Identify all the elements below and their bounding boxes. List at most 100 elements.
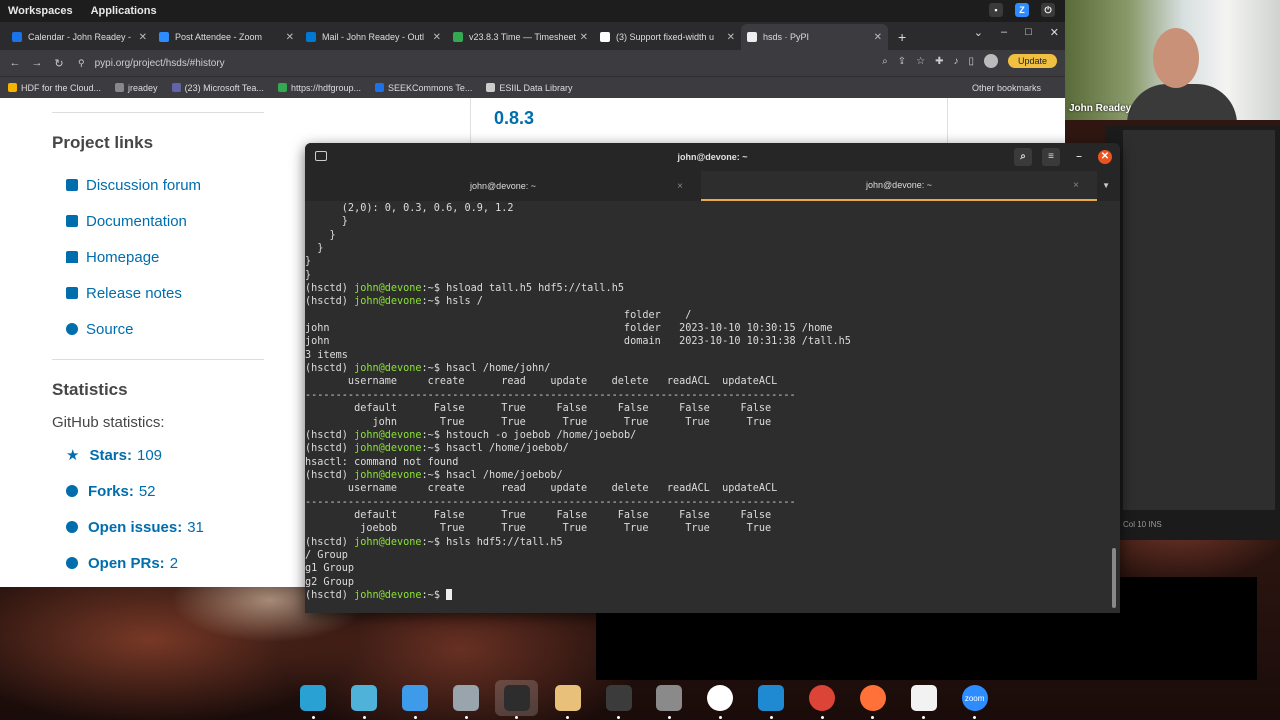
tab-favicon-icon <box>306 32 316 42</box>
text-editor-app-icon[interactable] <box>902 680 945 719</box>
terminal-tab-2[interactable]: john@devone: ~ × <box>701 171 1097 201</box>
other-bookmarks-folder[interactable]: Other bookmarks <box>972 83 1041 93</box>
github-stat-open-prs[interactable]: Open PRs: 2 <box>52 545 264 581</box>
close-tab-icon[interactable]: ✕ <box>580 32 588 43</box>
chrome-app-icon[interactable] <box>801 680 844 719</box>
close-tab-icon[interactable]: ✕ <box>139 32 147 43</box>
settings-app-glyph <box>656 685 683 711</box>
browser-tab[interactable]: (3) Support fixed-width u ✕ <box>594 24 741 50</box>
bookmark-item[interactable]: https://hdfgroup... <box>277 83 361 93</box>
book-icon <box>66 215 78 227</box>
screenshot-app-icon[interactable] <box>343 680 386 719</box>
bookmark-item[interactable]: SEEKCommons Te... <box>374 83 472 93</box>
editor-area <box>1123 130 1275 510</box>
media-icon[interactable]: ♪ <box>953 56 958 67</box>
close-tab-icon[interactable]: ✕ <box>874 32 882 43</box>
browser-tab[interactable]: Mail - John Readey - Outl ✕ <box>300 24 447 50</box>
minimize-button[interactable]: – <box>1001 26 1007 39</box>
hamburger-menu-icon[interactable]: ≡ <box>1042 148 1060 166</box>
network-icon[interactable]: ▪ <box>989 3 1003 17</box>
github-stat-forks[interactable]: Forks: 52 <box>52 473 264 509</box>
search-app-icon[interactable] <box>292 680 335 719</box>
side-panel-icon[interactable]: ▯ <box>968 56 974 67</box>
bookmark-item[interactable]: jreadey <box>115 83 158 93</box>
browser-tab-strip: Calendar - John Readey - ✕ Post Attendee … <box>0 22 1065 50</box>
close-tab-icon[interactable]: × <box>677 181 683 192</box>
chat-icon <box>66 179 78 191</box>
share-icon[interactable]: ⇪ <box>898 56 906 67</box>
terminal-scrollbar[interactable] <box>1112 548 1116 608</box>
vscode-app-icon[interactable] <box>750 680 793 719</box>
project-link-source[interactable]: Source <box>52 311 264 347</box>
project-link-discussion-forum[interactable]: Discussion forum <box>52 167 264 203</box>
site-info-icon[interactable]: ⚲ <box>78 58 85 69</box>
tab-search-icon[interactable]: ⌄ <box>974 26 983 39</box>
close-tab-icon[interactable]: ✕ <box>727 32 735 43</box>
slack-app-icon[interactable] <box>699 680 742 719</box>
vscode-app-glyph <box>758 685 785 711</box>
maximize-button[interactable]: □ <box>1025 26 1032 39</box>
browser-tab[interactable]: Calendar - John Readey - ✕ <box>6 24 153 50</box>
power-icon[interactable]: ⏻ <box>1041 3 1055 17</box>
address-bar[interactable]: pypi.org/project/hsds/#history <box>95 58 225 69</box>
files-app-icon[interactable] <box>445 680 488 719</box>
close-window-button[interactable]: ✕ <box>1050 26 1059 39</box>
zoom-lens-icon[interactable]: ⌕ <box>882 56 888 67</box>
app-grid-icon[interactable] <box>394 680 437 719</box>
bookmark-item[interactable]: (23) Microsoft Tea... <box>171 83 264 93</box>
tabs-dropdown-icon[interactable]: ▼ <box>1102 181 1110 190</box>
archive-app-icon[interactable] <box>546 680 589 719</box>
applications-menu[interactable]: Applications <box>83 5 167 17</box>
profile-avatar[interactable] <box>983 54 998 68</box>
close-tab-icon[interactable]: ✕ <box>433 32 441 43</box>
prompt-user: john@devone <box>354 469 422 481</box>
running-indicator <box>871 716 875 719</box>
terminal-line-text: } <box>305 256 312 268</box>
new-tab-button[interactable]: + <box>898 29 906 45</box>
bookmark-star-icon[interactable]: ☆ <box>916 56 925 67</box>
browser-tab[interactable]: hsds · PyPI ✕ <box>741 24 888 50</box>
text-editor-app-glyph <box>910 685 937 711</box>
close-tab-icon[interactable]: × <box>1073 180 1079 191</box>
bookmark-favicon-icon <box>277 83 287 92</box>
terminal-line: ----------------------------------------… <box>305 496 1120 509</box>
browser-tab[interactable]: Post Attendee - Zoom ✕ <box>153 24 300 50</box>
home-icon <box>66 251 78 263</box>
statistics-heading: Statistics <box>52 380 128 399</box>
running-indicator <box>922 716 926 719</box>
terminal-output[interactable]: (2,0): 0, 0.3, 0.6, 0.9, 1.2 } } }}} (hsc… <box>305 201 1120 613</box>
terminal-app-icon[interactable] <box>495 680 539 719</box>
back-icon[interactable]: ← <box>6 57 24 69</box>
release-version[interactable]: 0.8.3 <box>494 108 534 129</box>
close-tab-icon[interactable]: ✕ <box>286 32 294 43</box>
terminal-line-text: } <box>305 216 348 228</box>
zoom-app-icon[interactable]: zoom <box>953 680 996 719</box>
extensions-icon[interactable]: ✚ <box>935 56 943 67</box>
settings-app-icon[interactable] <box>648 680 691 719</box>
terminal-line-text: hsls hdf5://tall.h5 <box>446 536 563 548</box>
project-link-documentation[interactable]: Documentation <box>52 203 264 239</box>
forward-icon[interactable]: → <box>28 57 46 69</box>
new-tab-icon[interactable] <box>315 151 327 161</box>
zoom-tray-icon[interactable]: Z <box>1015 3 1029 17</box>
fork-icon <box>66 485 78 497</box>
person-face <box>1153 28 1199 88</box>
terminal-tab-1[interactable]: john@devone: ~ × <box>305 171 701 201</box>
minimize-icon[interactable]: – <box>1070 148 1088 166</box>
project-link-homepage[interactable]: Homepage <box>52 239 264 275</box>
close-icon[interactable]: ✕ <box>1098 150 1112 164</box>
github-stat-open-issues[interactable]: Open issues: 31 <box>52 509 264 545</box>
system-monitor-app-icon[interactable] <box>597 680 640 719</box>
browser-tab[interactable]: v23.8.3 Time — Timesheet ✕ <box>447 24 594 50</box>
update-button[interactable]: Update <box>1007 54 1057 68</box>
firefox-app-icon[interactable] <box>851 680 894 719</box>
bookmark-item[interactable]: ESIIL Data Library <box>486 83 573 93</box>
workspaces-menu[interactable]: Workspaces <box>0 5 83 17</box>
project-link-release-notes[interactable]: Release notes <box>52 275 264 311</box>
reload-icon[interactable]: ↻ <box>50 57 68 70</box>
prompt-suffix: :~$ <box>421 283 447 295</box>
search-icon[interactable]: ⌕ <box>1014 148 1032 166</box>
bookmark-item[interactable]: HDF for the Cloud... <box>8 83 101 93</box>
github-stat-stars[interactable]: ★ Stars: 109 <box>52 437 264 473</box>
tab-favicon-icon <box>600 32 610 42</box>
